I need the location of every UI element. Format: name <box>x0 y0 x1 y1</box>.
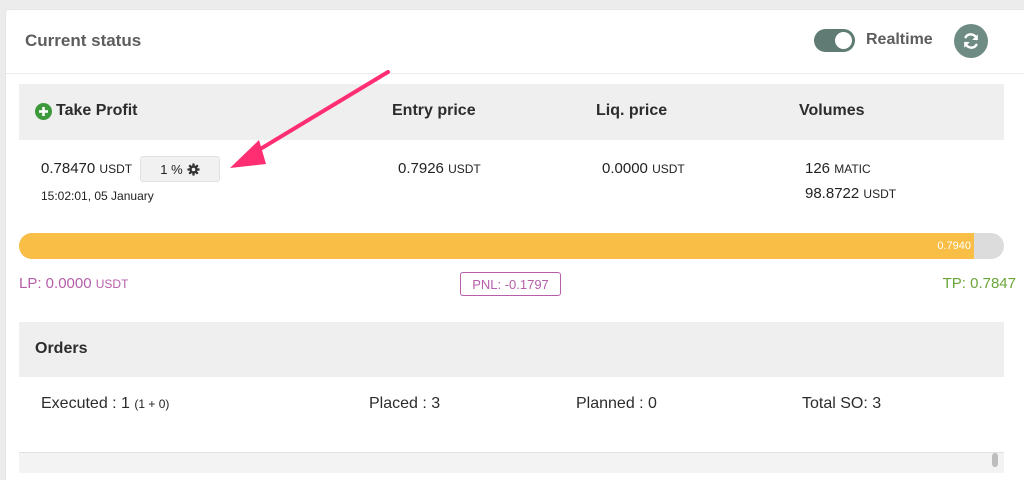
position-table-header: Take Profit Entry price Liq. price Volum… <box>19 84 1004 140</box>
plus-circle-icon[interactable] <box>35 103 52 120</box>
liq-price-value: 0.0000 USDT <box>602 160 685 177</box>
lp-unit: USDT <box>95 277 129 291</box>
take-profit-unit: USDT <box>99 162 133 176</box>
column-entry-price: Entry price <box>392 102 476 119</box>
pnl-badge: PNL: -0.1797 <box>460 272 561 296</box>
scrollbar-thumb[interactable] <box>992 453 998 467</box>
take-profit-number: 0.78470 <box>41 160 96 177</box>
progress-label: 0.7940 <box>937 240 971 252</box>
orders-header: Orders <box>19 322 1004 377</box>
column-liq-price: Liq. price <box>596 102 668 119</box>
column-volumes: Volumes <box>799 102 865 119</box>
executed-label: Executed : 1 <box>41 395 130 412</box>
orders-planned: Planned : 0 <box>576 395 657 412</box>
price-progress-bar: 0.7940 <box>19 233 1004 259</box>
entry-price-number: 0.7926 <box>398 160 444 177</box>
entry-price-value: 0.7926 USDT <box>398 160 481 177</box>
realtime-toggle[interactable] <box>814 29 855 52</box>
progress-fill <box>19 233 975 259</box>
refresh-icon <box>964 33 978 49</box>
liq-price-number: 0.0000 <box>602 160 648 177</box>
orders-executed: Executed : 1 (1 + 0) <box>41 395 169 413</box>
gear-icon <box>187 162 200 176</box>
card-title: Current status <box>25 31 142 50</box>
toggle-knob <box>835 32 852 49</box>
orders-placed: Placed : 3 <box>369 395 441 412</box>
take-profit-percent-button[interactable]: 1 % <box>140 156 220 182</box>
volume-coin-unit: MATIC <box>834 162 871 176</box>
tp-value: TP: 0.7847 <box>942 275 1016 292</box>
volume-usdt-unit: USDT <box>863 187 897 201</box>
card-header: Current status Realtime <box>6 10 1024 74</box>
executed-detail: (1 + 0) <box>134 397 170 411</box>
entry-price-unit: USDT <box>448 162 481 176</box>
column-take-profit: Take Profit <box>56 102 138 119</box>
orders-title: Orders <box>35 340 88 357</box>
orders-total-so: Total SO: 3 <box>802 395 882 412</box>
volume-usdt-number: 98.8722 <box>805 185 860 202</box>
lp-value: LP: 0.0000 USDT <box>19 275 128 292</box>
refresh-button[interactable] <box>954 24 988 58</box>
take-profit-time: 15:02:01, 05 January <box>41 189 154 203</box>
bottom-strip <box>19 452 1004 473</box>
volume-coin-number: 126 <box>805 160 831 177</box>
take-profit-value: 0.78470 USDT <box>41 160 132 177</box>
liq-price-unit: USDT <box>652 162 685 176</box>
lp-label: LP: 0.0000 <box>19 275 92 292</box>
volume-coin: 126 MATIC <box>805 160 871 177</box>
take-profit-percent-label: 1 % <box>160 161 183 177</box>
volume-usdt: 98.8722 USDT <box>805 185 896 202</box>
realtime-label: Realtime <box>866 31 933 48</box>
